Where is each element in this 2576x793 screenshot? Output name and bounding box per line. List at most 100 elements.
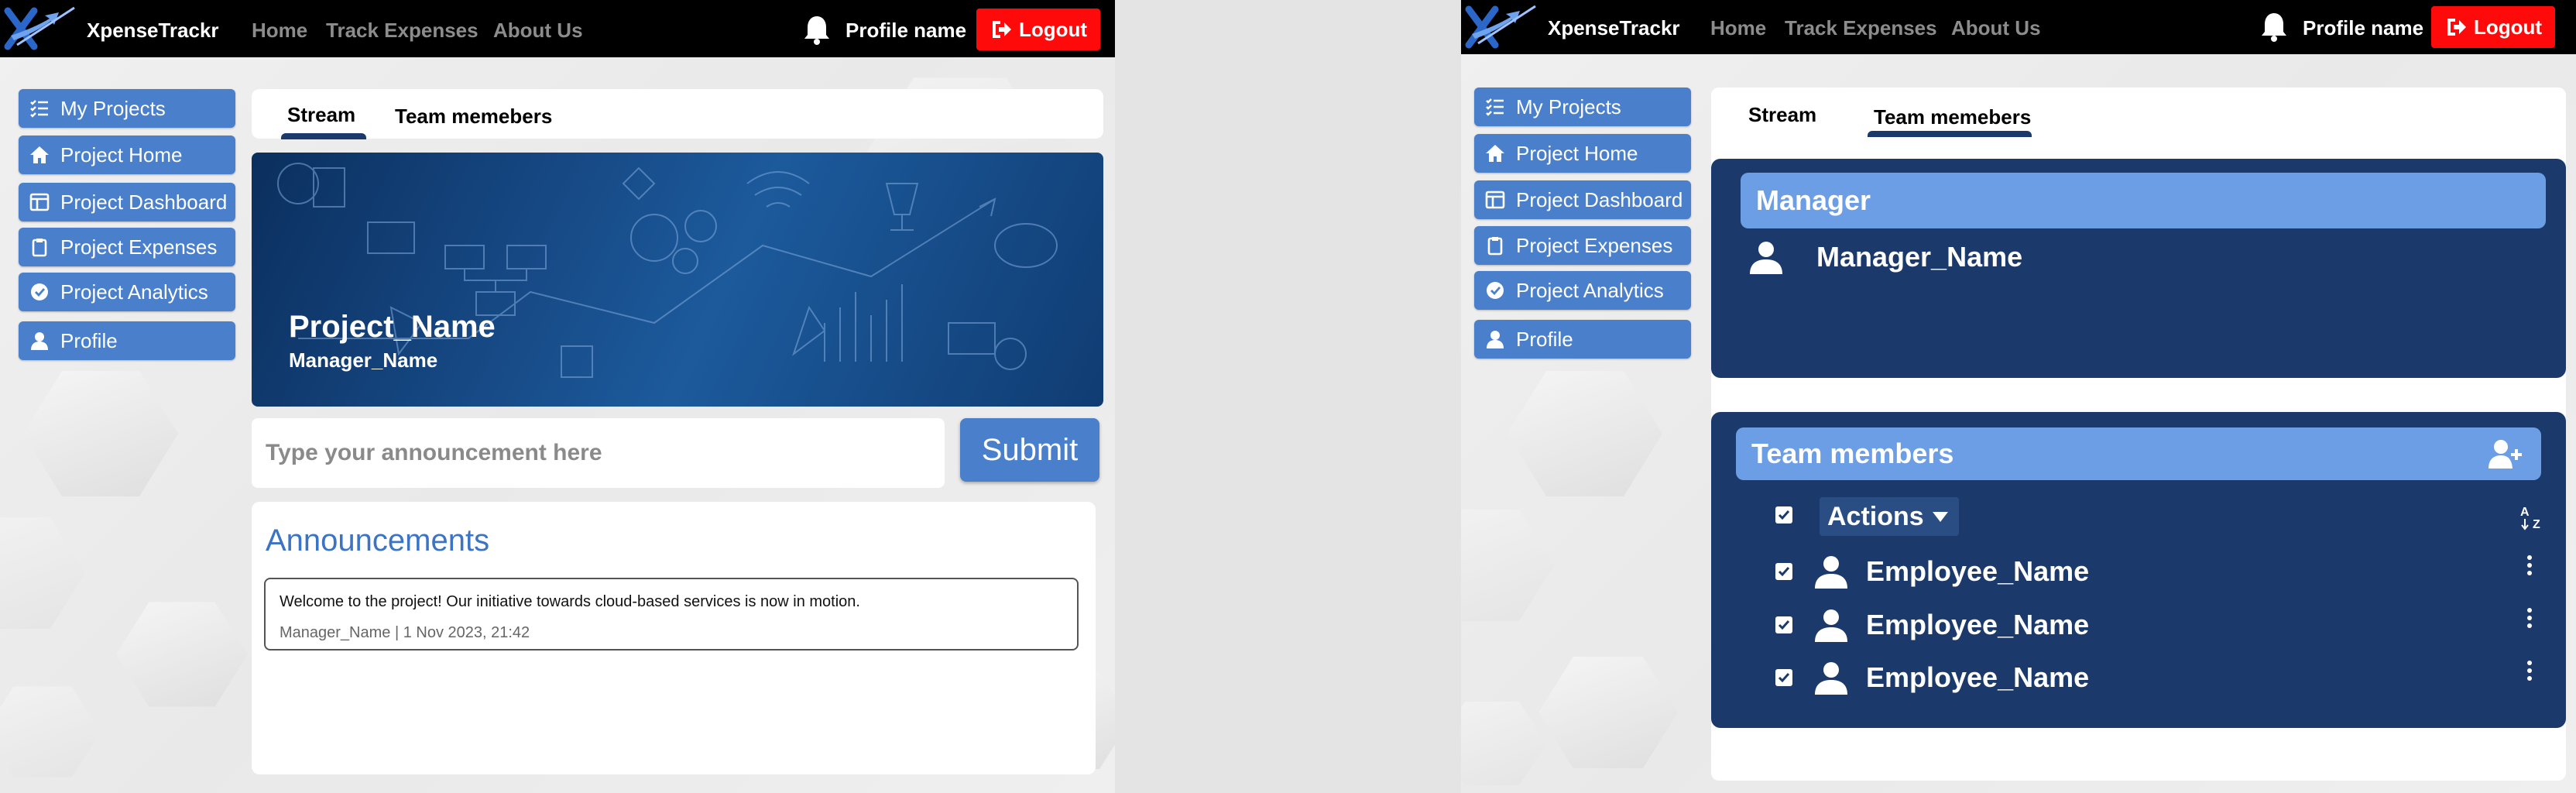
logout-button[interactable]: Logout: [2431, 6, 2555, 48]
sidebar-item-label: Project Home: [1516, 141, 1638, 165]
check-circle-icon: [31, 283, 48, 300]
user-icon: [31, 332, 48, 350]
add-user-icon[interactable]: [2489, 438, 2523, 469]
sidebar-item-label: Project Home: [60, 142, 183, 166]
employee-checkbox[interactable]: [1775, 616, 1792, 633]
nav-track-expenses-link[interactable]: Track Expenses: [326, 19, 478, 43]
announcement-meta: Manager_Name | 1 Nov 2023, 21:42: [280, 624, 530, 641]
announcement-card[interactable]: Welcome to the project! Our initiative t…: [264, 578, 1079, 651]
nav-home-link[interactable]: Home: [1710, 16, 1766, 40]
checklist-icon: [1486, 98, 1504, 116]
manager-row[interactable]: Manager_Name: [1748, 239, 2022, 275]
more-options-icon[interactable]: [2526, 554, 2533, 576]
active-tab-indicator: [1868, 131, 2032, 137]
user-icon: [1815, 609, 1847, 642]
team-members-view-screen: XpenseTrackr Home Track Expenses About U…: [1461, 0, 2576, 793]
employee-row[interactable]: Employee_Name: [1813, 554, 2089, 589]
top-navbar: XpenseTrackr Home Track Expenses About U…: [1461, 0, 2576, 54]
checklist-icon: [30, 100, 48, 118]
svg-text:A: A: [2520, 506, 2530, 519]
logout-icon: [2447, 19, 2466, 36]
sidebar-item-label: My Projects: [60, 96, 166, 120]
user-icon: [1815, 662, 1847, 695]
sidebar-item-my-projects[interactable]: My Projects: [19, 89, 235, 128]
svg-text:Z: Z: [2533, 518, 2540, 531]
tab-stream[interactable]: Stream: [1748, 103, 1816, 127]
user-icon: [1487, 331, 1504, 348]
announcements-panel: Announcements Welcome to the project! Ou…: [252, 502, 1096, 774]
employee-name: Employee_Name: [1866, 609, 2090, 640]
sidebar-item-my-projects[interactable]: My Projects: [1474, 88, 1691, 126]
employee-row[interactable]: Employee_Name: [1813, 660, 2089, 695]
check-circle-icon: [1487, 282, 1504, 299]
nav-about-link[interactable]: About Us: [1951, 16, 2041, 40]
sidebar-item-project-expenses[interactable]: Project Expenses: [19, 228, 235, 266]
profile-name[interactable]: Profile name: [846, 19, 966, 43]
actions-dropdown[interactable]: Actions: [1820, 497, 1959, 536]
nav-track-expenses-link[interactable]: Track Expenses: [1785, 16, 1937, 40]
team-members-heading-label: Team members: [1751, 438, 1954, 469]
more-options-icon[interactable]: [2526, 660, 2533, 681]
manager-panel: Manager Manager_Name: [1711, 159, 2566, 378]
tab-team-members[interactable]: Team memebers: [395, 105, 552, 129]
sidebar-item-label: Profile: [60, 328, 118, 352]
sidebar-item-project-analytics[interactable]: Project Analytics: [19, 273, 235, 311]
profile-name[interactable]: Profile name: [2303, 16, 2423, 40]
project-name-heading: Project_Name: [289, 310, 496, 344]
employee-checkbox[interactable]: [1775, 669, 1792, 686]
logout-icon: [992, 21, 1011, 38]
sidebar-item-project-home[interactable]: Project Home: [1474, 134, 1691, 173]
select-all-checkbox[interactable]: [1775, 506, 1792, 524]
sidebar-item-project-expenses[interactable]: Project Expenses: [1474, 226, 1691, 265]
stream-view-screen: XpenseTrackr Home Track Expenses About U…: [0, 0, 1115, 793]
sidebar-item-project-analytics[interactable]: Project Analytics: [1474, 271, 1691, 310]
announcements-heading: Announcements: [266, 524, 490, 558]
xpensetrackr-logo-icon[interactable]: [3, 5, 81, 53]
dashboard-icon: [1485, 191, 1505, 209]
tab-stream[interactable]: Stream: [287, 103, 355, 127]
bell-icon[interactable]: [803, 14, 831, 45]
sidebar-item-profile[interactable]: Profile: [1474, 320, 1691, 359]
employee-name: Employee_Name: [1866, 555, 2090, 587]
brand-name[interactable]: XpenseTrackr: [1548, 16, 1680, 40]
active-tab-indicator: [281, 133, 366, 139]
more-options-icon[interactable]: [2526, 607, 2533, 629]
employee-row[interactable]: Employee_Name: [1813, 607, 2089, 643]
sidebar-item-label: Profile: [1516, 327, 1573, 351]
actions-label: Actions: [1827, 501, 1924, 531]
sidebar-item-label: Project Expenses: [60, 235, 218, 259]
employee-name: Employee_Name: [1866, 661, 2090, 693]
user-icon: [1815, 556, 1847, 589]
sidebar-item-label: My Projects: [1516, 94, 1621, 118]
dashboard-icon: [29, 193, 50, 211]
announcement-input[interactable]: [252, 418, 945, 488]
sidebar-item-label: Project Dashboard: [60, 190, 228, 214]
home-icon: [30, 146, 49, 163]
manager-heading: Manager: [1741, 173, 2546, 228]
team-members-panel: Team members Actions A Z Employee_Name E…: [1711, 412, 2566, 728]
manager-name: Manager_Name: [1816, 241, 2023, 273]
sidebar-item-label: Project Expenses: [1516, 233, 1673, 257]
banner-manager-name: Manager_Name: [289, 348, 438, 372]
sidebar-item-profile[interactable]: Profile: [19, 321, 235, 360]
nav-home-link[interactable]: Home: [252, 19, 307, 43]
sort-alpha-icon[interactable]: A Z: [2519, 503, 2547, 531]
tab-team-members[interactable]: Team memebers: [1874, 105, 2031, 129]
announcement-text: Welcome to the project! Our initiative t…: [280, 593, 860, 610]
sidebar-item-project-dashboard[interactable]: Project Dashboard: [19, 183, 235, 221]
xpensetrackr-logo-icon[interactable]: [1464, 3, 1542, 51]
submit-button[interactable]: Submit: [960, 418, 1099, 482]
employee-checkbox[interactable]: [1775, 563, 1792, 580]
tabs-bar: Stream Team memebers: [252, 89, 1103, 139]
sidebar-item-project-home[interactable]: Project Home: [19, 136, 235, 174]
sidebar-item-project-dashboard[interactable]: Project Dashboard: [1474, 180, 1691, 219]
nav-about-link[interactable]: About Us: [493, 19, 583, 43]
sidebar-item-label: Project Analytics: [60, 280, 208, 304]
brand-name[interactable]: XpenseTrackr: [87, 19, 219, 43]
logout-button[interactable]: Logout: [976, 9, 1100, 50]
bell-icon[interactable]: [2260, 11, 2288, 42]
top-navbar: XpenseTrackr Home Track Expenses About U…: [0, 0, 1115, 57]
clipboard-icon: [1487, 237, 1503, 256]
team-members-heading: Team members: [1736, 427, 2541, 480]
clipboard-icon: [32, 239, 47, 257]
